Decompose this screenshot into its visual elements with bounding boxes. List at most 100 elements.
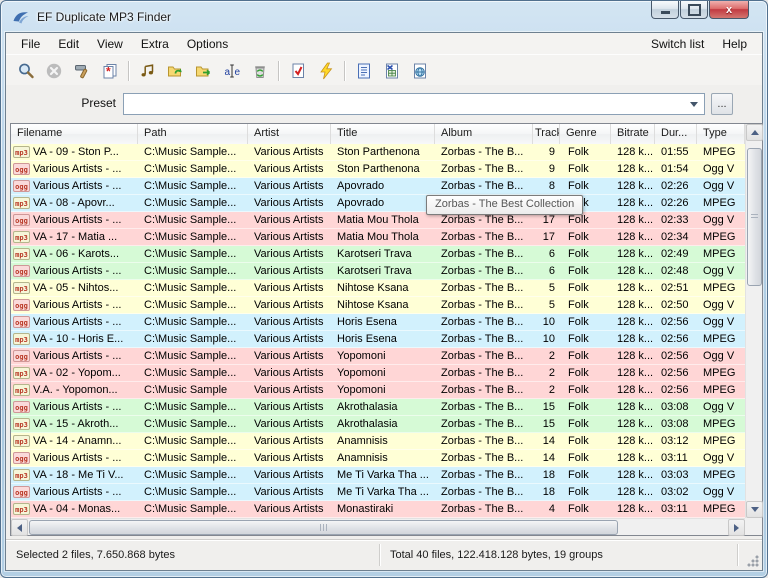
table-row[interactable]: oggVarious Artists - ...C:\Music Sample.… xyxy=(11,450,745,467)
table-row[interactable]: mp3VA - 10 - Horis E...C:\Music Sample..… xyxy=(11,331,745,348)
vertical-scroll-thumb[interactable] xyxy=(747,148,762,286)
html-report-button[interactable] xyxy=(406,58,434,84)
table-row[interactable]: oggVarious Artists - ...C:\Music Sample.… xyxy=(11,399,745,416)
cell-genre: Folk xyxy=(560,450,611,466)
new-search-button[interactable]: * xyxy=(96,58,124,84)
table-row[interactable]: mp3VA - 14 - Anamn...C:\Music Sample...V… xyxy=(11,433,745,450)
listen-button[interactable] xyxy=(134,58,162,84)
table-row[interactable]: mp3VA - 18 - Me Ti V...C:\Music Sample..… xyxy=(11,467,745,484)
table-row[interactable]: mp3VA - 04 - Monas...C:\Music Sample...V… xyxy=(11,501,745,518)
vertical-scrollbar[interactable] xyxy=(745,124,762,518)
menu-help[interactable]: Help xyxy=(713,35,756,53)
cell-type: Ogg V xyxy=(697,178,745,194)
report-button[interactable] xyxy=(350,58,378,84)
menu-edit[interactable]: Edit xyxy=(49,35,88,53)
table-row[interactable]: mp3VA - 05 - Nihtos...C:\Music Sample...… xyxy=(11,280,745,297)
menu-switch-list[interactable]: Switch list xyxy=(642,35,713,53)
menu-extra[interactable]: Extra xyxy=(132,35,178,53)
column-header-album[interactable]: Album xyxy=(435,124,533,144)
menu-options[interactable]: Options xyxy=(178,35,237,53)
table-row[interactable]: oggVarious Artists - ...C:\Music Sample.… xyxy=(11,263,745,280)
table-row[interactable]: oggVarious Artists - ...C:\Music Sample.… xyxy=(11,212,745,229)
title-bar[interactable]: EF Duplicate MP3 Finder x xyxy=(1,1,767,32)
cell-type: MPEG xyxy=(697,195,745,211)
open-folder-button[interactable] xyxy=(162,58,190,84)
menu-file[interactable]: File xyxy=(12,35,49,53)
cell-album: Zorbas - The B... xyxy=(435,161,533,177)
table-row[interactable]: mp3V.A. - Yopomon...C:\Music SampleVario… xyxy=(11,382,745,399)
ogg-file-icon: ogg xyxy=(13,316,30,328)
tools-button[interactable] xyxy=(68,58,96,84)
scroll-left-button[interactable] xyxy=(11,519,28,536)
column-header-genre[interactable]: Genre xyxy=(560,124,611,144)
filename-text: VA - 09 - Ston P... xyxy=(33,144,119,160)
scroll-up-button[interactable] xyxy=(746,124,763,141)
menu-view[interactable]: View xyxy=(88,35,132,53)
ogg-file-icon: ogg xyxy=(13,452,30,464)
table-row[interactable]: oggVarious Artists - ...C:\Music Sample.… xyxy=(11,314,745,331)
column-header-dur[interactable]: Dur... xyxy=(655,124,697,144)
minimize-button[interactable] xyxy=(651,1,679,19)
cell-track: 2 xyxy=(533,382,560,398)
table-row[interactable]: mp3VA - 15 - Akroth...C:\Music Sample...… xyxy=(11,416,745,433)
cell-filename: mp3VA - 14 - Anamn... xyxy=(11,433,138,449)
column-header-artist[interactable]: Artist xyxy=(248,124,331,144)
table-row[interactable]: mp3VA - 02 - Yopom...C:\Music Sample...V… xyxy=(11,365,745,382)
rename-button[interactable]: ae xyxy=(218,58,246,84)
cell-bitrate: 128 k... xyxy=(611,382,655,398)
table-row[interactable]: oggVarious Artists - ...C:\Music Sample.… xyxy=(11,348,745,365)
cell-track: 6 xyxy=(533,246,560,262)
stop-button[interactable] xyxy=(40,58,68,84)
ogg-file-icon: ogg xyxy=(13,350,30,362)
preset-combobox[interactable] xyxy=(123,93,705,115)
delete-button[interactable] xyxy=(246,58,274,84)
table-row[interactable]: oggVarious Artists - ...C:\Music Sample.… xyxy=(11,484,745,501)
column-header-bitrate[interactable]: Bitrate xyxy=(611,124,655,144)
table-row[interactable]: oggVarious Artists - ...C:\Music Sample.… xyxy=(11,297,745,314)
thumb-grip-icon xyxy=(320,524,328,531)
horizontal-scroll-thumb[interactable] xyxy=(29,520,618,535)
table-row[interactable]: mp3VA - 09 - Ston P...C:\Music Sample...… xyxy=(11,144,745,161)
move-icon xyxy=(195,62,213,80)
cell-track: 15 xyxy=(533,416,560,432)
cell-bitrate: 128 k... xyxy=(611,263,655,279)
resize-grip[interactable] xyxy=(746,554,759,567)
cell-album: Zorbas - The B... xyxy=(435,467,533,483)
arrow-left-icon xyxy=(17,524,22,532)
cell-filename: mp3V.A. - Yopomon... xyxy=(11,382,138,398)
table-row[interactable]: oggVarious Artists - ...C:\Music Sample.… xyxy=(11,161,745,178)
table-row[interactable]: mp3VA - 17 - Matia ...C:\Music Sample...… xyxy=(11,229,745,246)
column-header-track[interactable]: Track xyxy=(533,124,560,144)
cell-type: MPEG xyxy=(697,246,745,262)
column-header-path[interactable]: Path xyxy=(138,124,248,144)
table-row[interactable]: mp3VA - 06 - Karots...C:\Music Sample...… xyxy=(11,246,745,263)
search-button[interactable] xyxy=(12,58,40,84)
chevron-down-icon[interactable] xyxy=(690,102,698,107)
toolbar-separator xyxy=(278,61,280,81)
column-header-filename[interactable]: Filename xyxy=(11,124,138,144)
column-header-type[interactable]: Type xyxy=(697,124,745,144)
preset-input[interactable] xyxy=(126,96,684,112)
horizontal-scrollbar[interactable] xyxy=(11,518,745,535)
check-button[interactable] xyxy=(284,58,312,84)
preset-browse-button[interactable]: ... xyxy=(711,93,733,115)
cell-filename: oggVarious Artists - ... xyxy=(11,297,138,313)
filename-text: VA - 04 - Monas... xyxy=(33,501,120,517)
close-button[interactable]: x xyxy=(709,1,749,19)
cell-artist: Various Artists xyxy=(248,314,331,330)
cell-path: C:\Music Sample... xyxy=(138,212,248,228)
ogg-file-icon: ogg xyxy=(13,486,30,498)
maximize-button[interactable] xyxy=(680,1,708,19)
table-row[interactable]: oggVarious Artists - ...C:\Music Sample.… xyxy=(11,178,745,195)
table-row[interactable]: mp3VA - 08 - Apovr...C:\Music Sample...V… xyxy=(11,195,745,212)
cell-path: C:\Music Sample... xyxy=(138,297,248,313)
scroll-right-button[interactable] xyxy=(728,519,745,536)
export-button[interactable] xyxy=(378,58,406,84)
scroll-down-button[interactable] xyxy=(746,501,763,518)
cell-album: Zorbas - The B... xyxy=(435,501,533,517)
cell-filename: mp3VA - 18 - Me Ti V... xyxy=(11,467,138,483)
cell-track: 2 xyxy=(533,365,560,381)
quick-start-button[interactable] xyxy=(312,58,340,84)
column-header-title[interactable]: Title xyxy=(331,124,435,144)
move-button[interactable] xyxy=(190,58,218,84)
